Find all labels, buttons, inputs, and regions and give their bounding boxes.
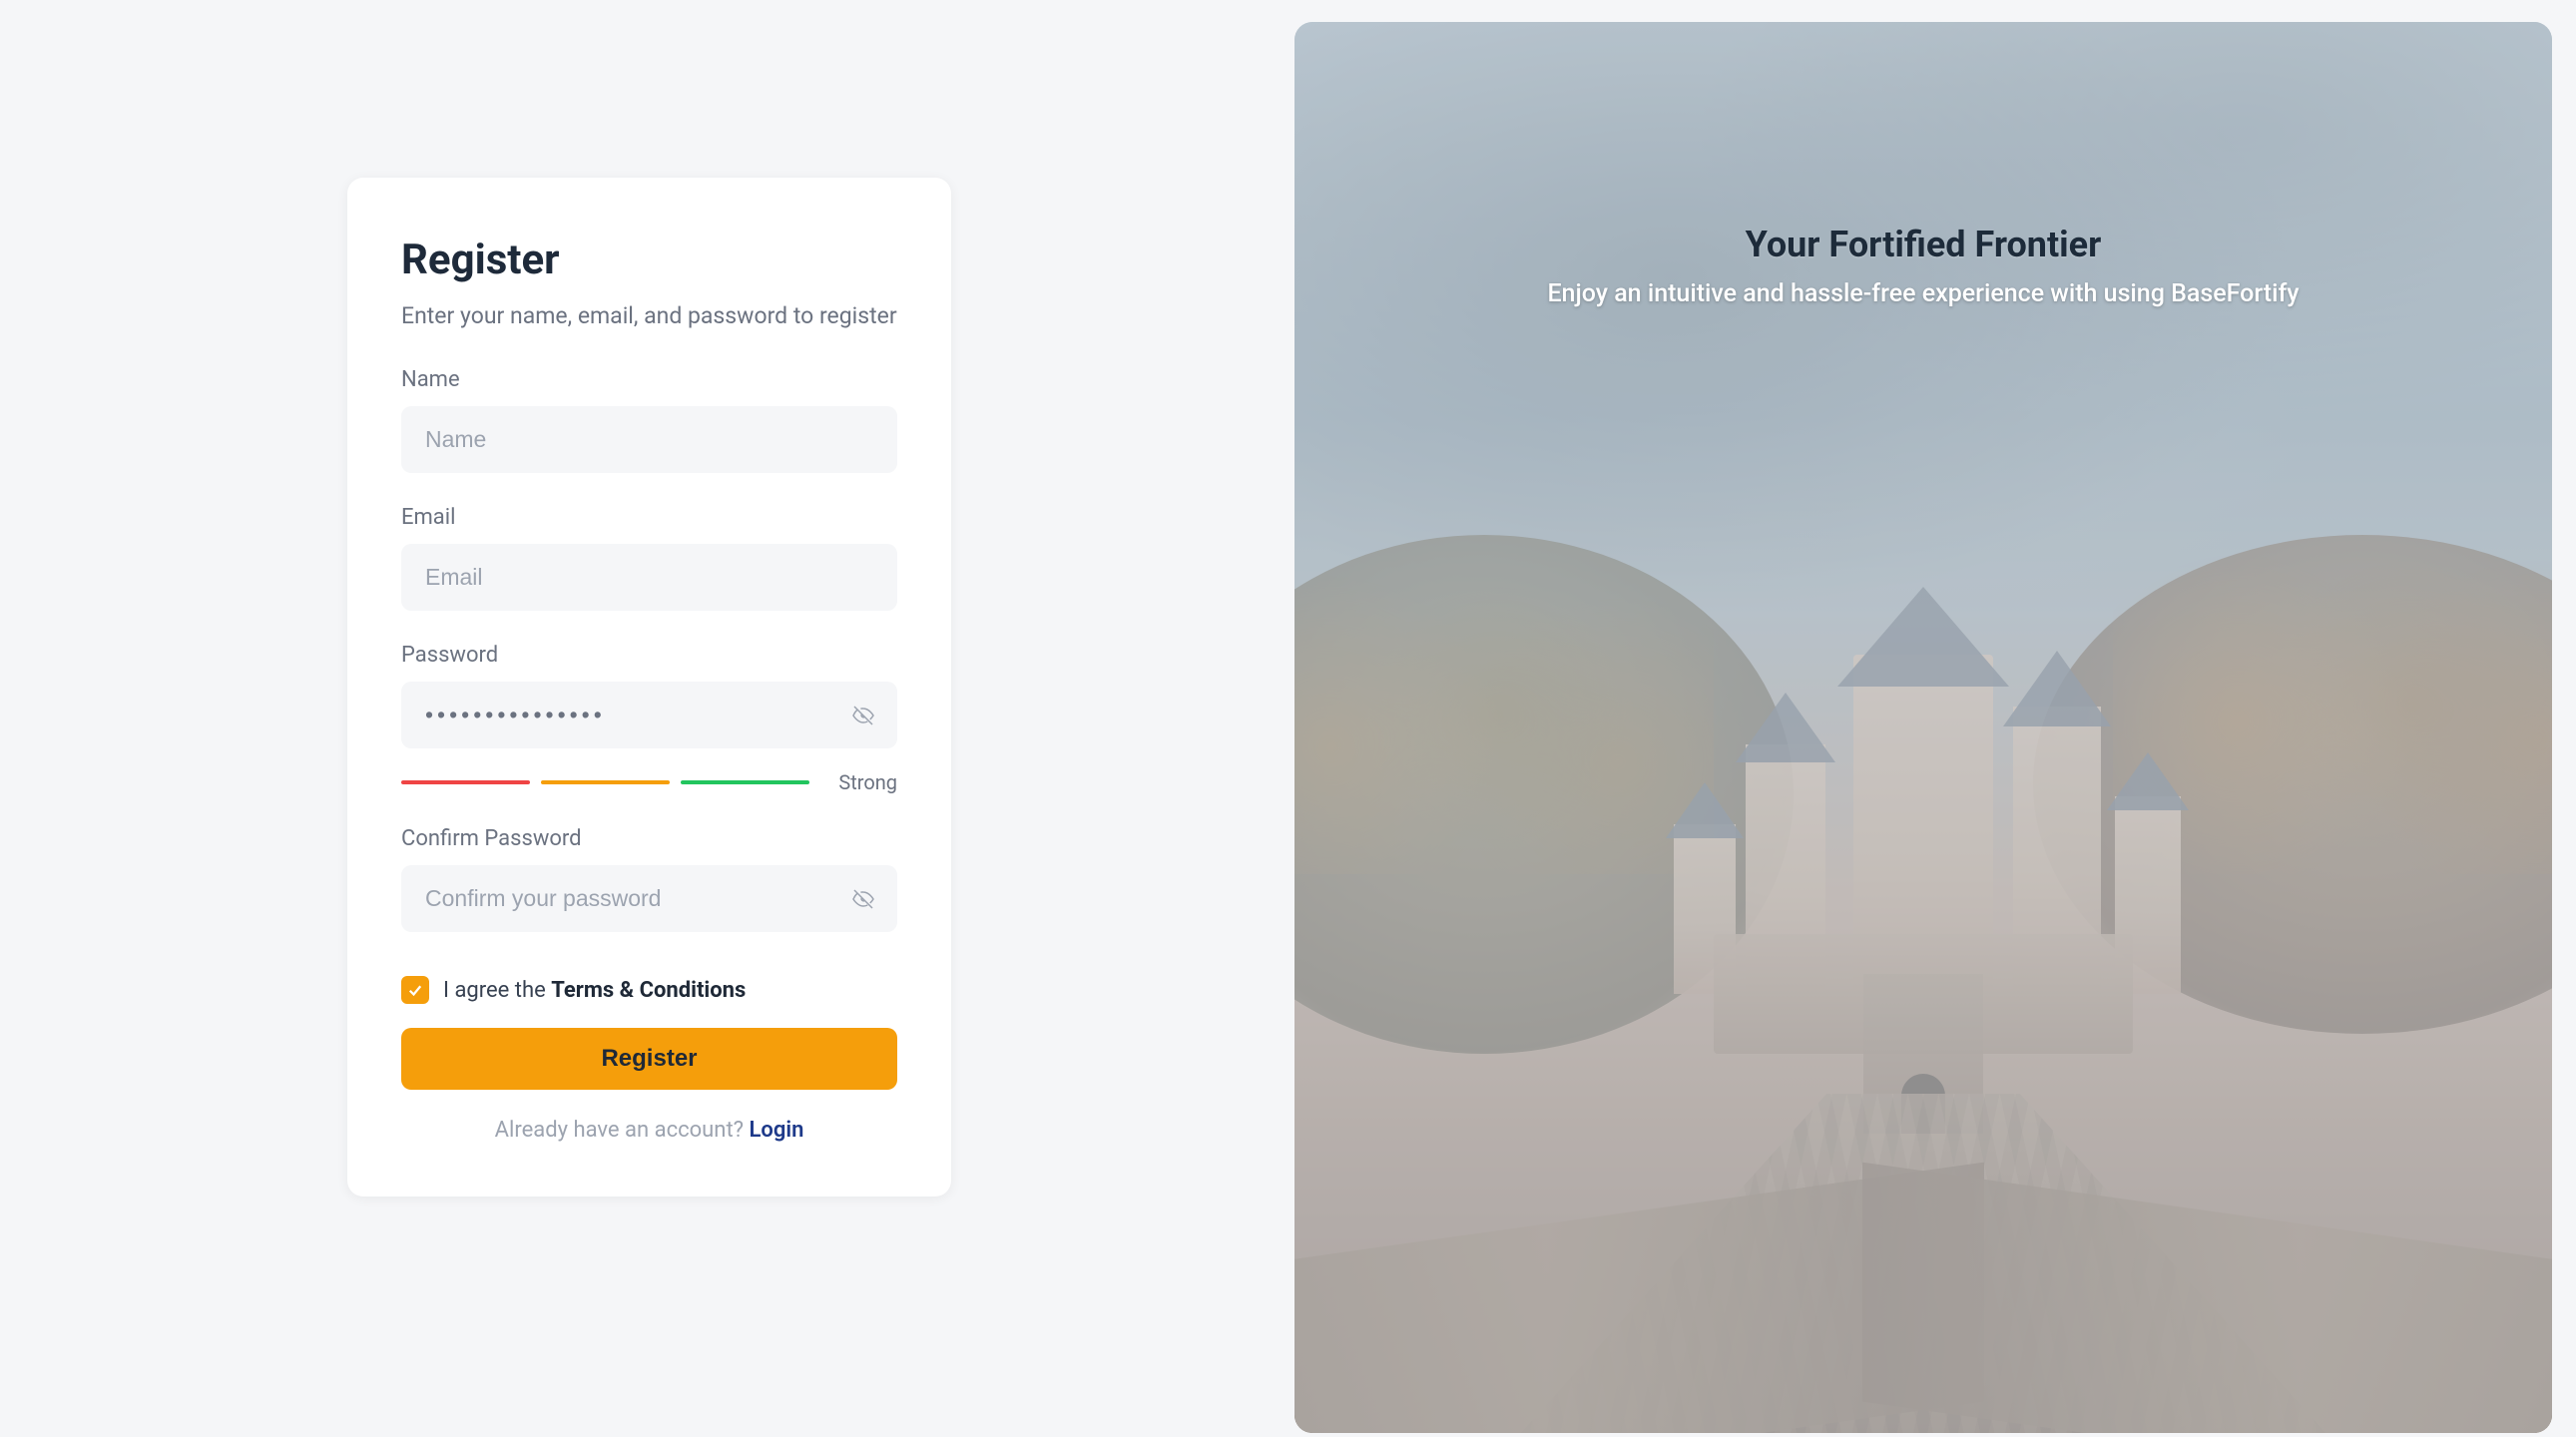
confirm-password-label: Confirm Password	[401, 826, 897, 851]
email-label: Email	[401, 505, 897, 530]
terms-row: I agree the Terms & Conditions	[401, 976, 897, 1004]
strength-bar-weak	[401, 780, 530, 784]
password-label: Password	[401, 643, 897, 668]
terms-text: I agree the Terms & Conditions	[443, 978, 746, 1003]
password-strength-meter: Strong	[401, 770, 897, 794]
terms-checkbox[interactable]	[401, 976, 429, 1004]
strength-bar-strong	[681, 780, 809, 784]
email-input[interactable]	[401, 544, 897, 611]
name-input[interactable]	[401, 406, 897, 473]
name-field-group: Name	[401, 367, 897, 473]
strength-bar-medium	[541, 780, 670, 784]
eye-off-icon[interactable]	[851, 704, 875, 727]
strength-label: Strong	[838, 770, 897, 794]
terms-prefix: I agree the	[443, 978, 551, 1003]
email-field-group: Email	[401, 505, 897, 611]
registration-card: Register Enter your name, email, and pas…	[347, 178, 951, 1197]
name-label: Name	[401, 367, 897, 392]
confirm-password-input[interactable]	[401, 865, 897, 932]
login-prompt: Already have an account? Login	[401, 1118, 897, 1143]
terms-link[interactable]: Terms & Conditions	[551, 978, 746, 1003]
page-title: Register	[401, 236, 897, 284]
login-prompt-prefix: Already have an account?	[495, 1118, 750, 1143]
password-field-group: Password Strong	[401, 643, 897, 794]
hero-panel: Your Fortified Frontier Enjoy an intuiti…	[1294, 22, 2552, 1433]
eye-off-icon[interactable]	[851, 887, 875, 911]
register-button[interactable]: Register	[401, 1028, 897, 1090]
confirm-password-field-group: Confirm Password	[401, 826, 897, 932]
page-subtitle: Enter your name, email, and password to …	[401, 302, 897, 329]
hero-title: Your Fortified Frontier	[1354, 224, 2492, 265]
password-input[interactable]	[401, 682, 897, 748]
hero-subtitle: Enjoy an intuitive and hassle-free exper…	[1354, 279, 2492, 308]
login-link[interactable]: Login	[750, 1118, 804, 1143]
